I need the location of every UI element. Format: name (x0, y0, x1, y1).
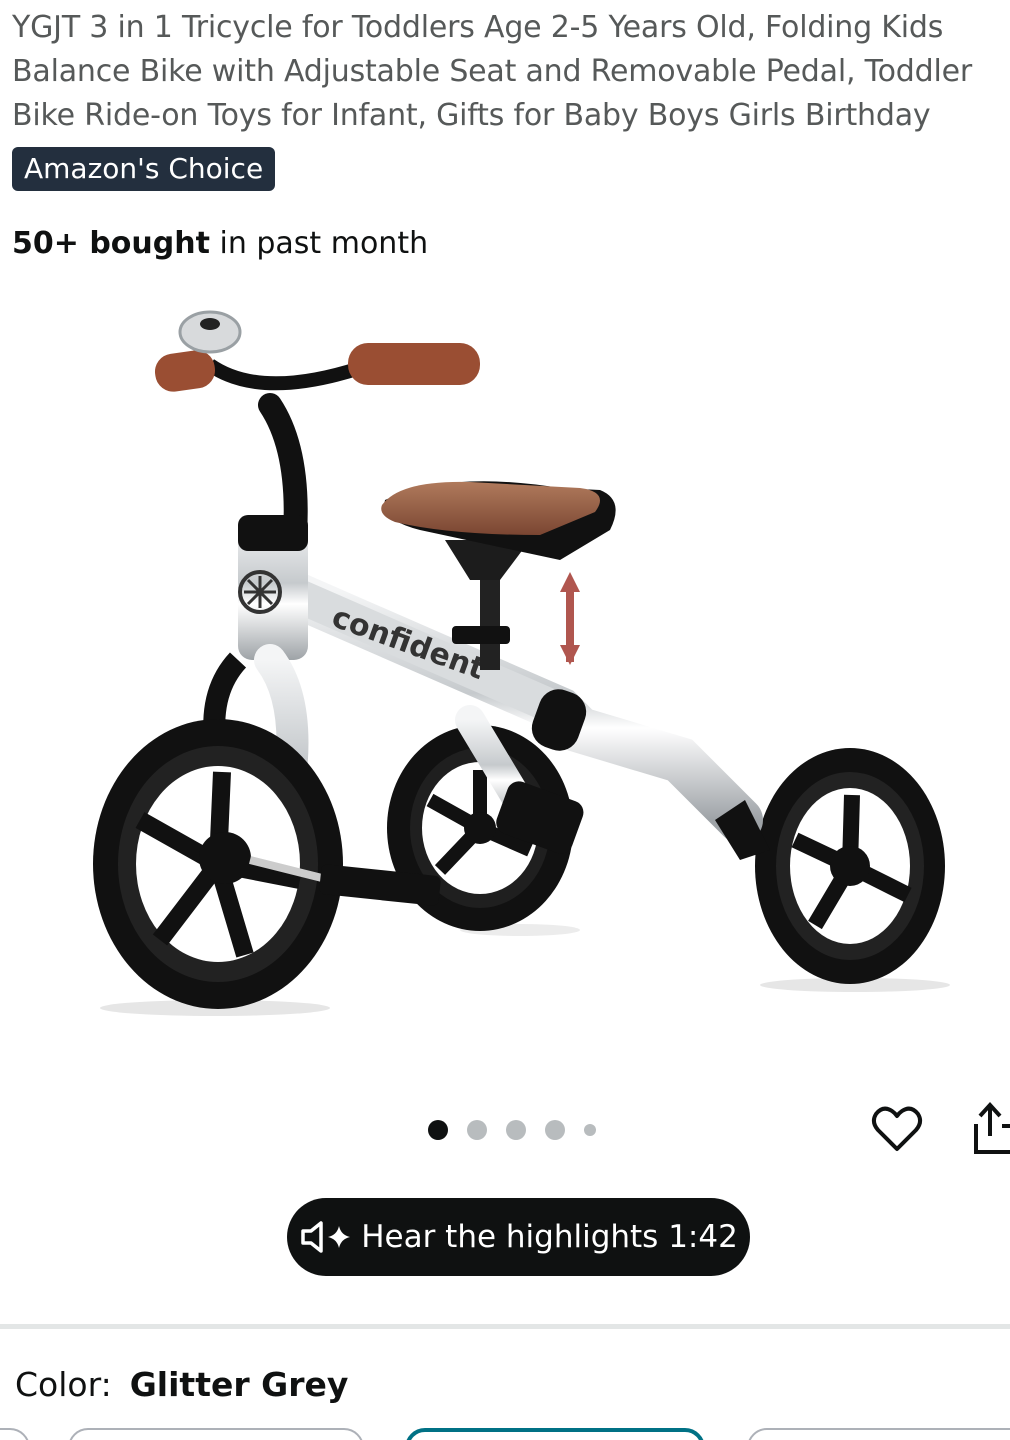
carousel-dot[interactable] (467, 1120, 487, 1140)
height-adjust-arrow (560, 572, 580, 665)
heart-icon[interactable] (870, 1102, 924, 1156)
carousel-dot[interactable] (506, 1120, 526, 1140)
speaker-sparkle-icon (301, 1221, 351, 1253)
color-swatch[interactable] (68, 1428, 364, 1440)
section-divider (0, 1324, 1010, 1329)
hear-highlights-button[interactable]: Hear the highlights 1:42 (287, 1198, 750, 1276)
carousel-dot[interactable] (584, 1124, 596, 1136)
color-swatch[interactable] (747, 1428, 1010, 1440)
color-selector-header: Color: Glitter Grey (15, 1362, 348, 1408)
bought-count-suffix: in past month (209, 226, 429, 261)
product-title: YGJT 3 in 1 Tricycle for Toddlers Age 2-… (12, 10, 973, 133)
image-carousel-dots (428, 1118, 596, 1142)
color-swatch[interactable] (0, 1428, 30, 1440)
bought-count-number: 50+ bought (12, 226, 210, 261)
rear-wheel (755, 748, 945, 984)
color-swatch-selected[interactable] (405, 1428, 705, 1440)
carousel-dot[interactable] (545, 1120, 565, 1140)
color-value: Glitter Grey (129, 1365, 349, 1404)
color-label: Color: (15, 1365, 112, 1404)
carousel-dot[interactable] (428, 1120, 448, 1140)
hear-highlights-label: Hear the highlights 1:42 (361, 1219, 738, 1255)
share-icon[interactable] (970, 1100, 1010, 1158)
product-image[interactable]: confident (70, 290, 970, 1030)
amazons-choice-badge[interactable]: Amazon's Choice (12, 147, 276, 191)
front-wheel (93, 719, 343, 1009)
bought-count: 50+ bought in past month (12, 222, 428, 266)
product-page: YGJT 3 in 1 Tricycle for Toddlers Age 2-… (0, 0, 1010, 1440)
